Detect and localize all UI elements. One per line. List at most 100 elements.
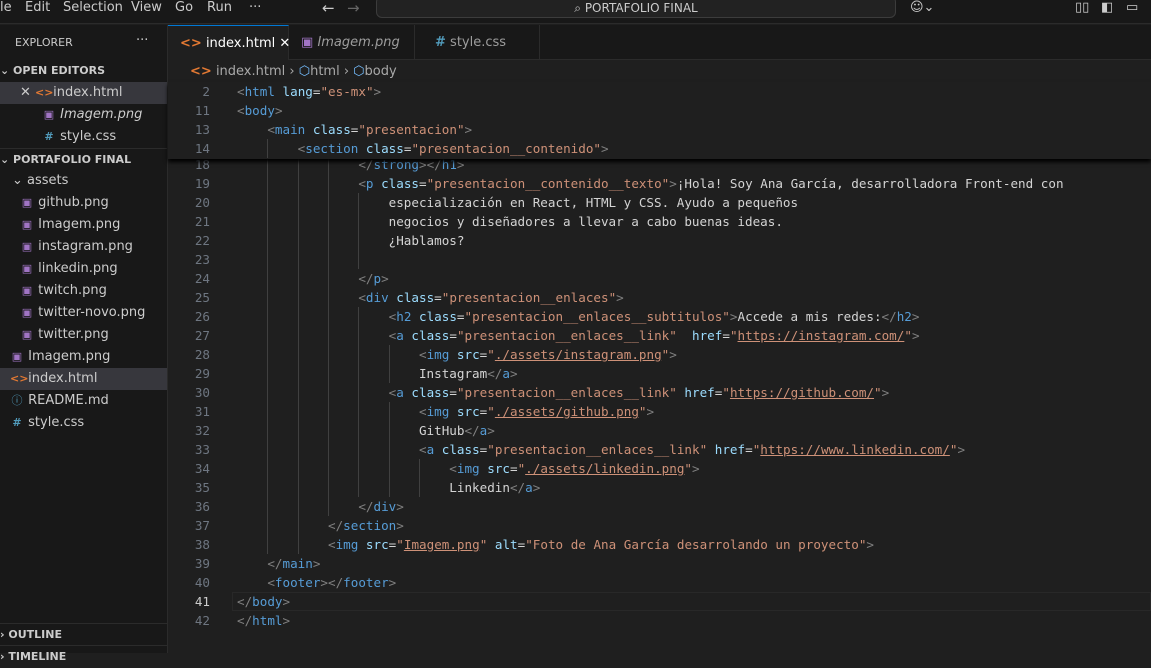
code-line[interactable]: </section> — [237, 516, 404, 535]
code-token: html — [244, 84, 275, 99]
indent-guide — [297, 440, 328, 459]
code-line[interactable]: Linkedin</a> — [237, 478, 540, 497]
more-actions-button[interactable]: ··· — [136, 30, 156, 52]
code-line[interactable]: </body> — [237, 592, 290, 611]
file-style-css[interactable]: # style.css — [0, 412, 167, 434]
breadcrumb-item[interactable]: body — [365, 64, 397, 79]
forward-arrow-icon[interactable]: → — [347, 0, 360, 16]
code-token: lang — [282, 84, 313, 99]
code-token: < — [418, 347, 427, 362]
indent-guide — [267, 402, 297, 421]
code-line[interactable]: <a class="presentacion__enlaces__link" h… — [237, 440, 965, 459]
code-line[interactable]: <div class="presentacion__enlaces"> — [237, 288, 624, 307]
back-arrow-icon[interactable]: ← — [322, 0, 335, 16]
indent-guide — [327, 421, 358, 440]
project-section[interactable]: ⌄ PORTAFOLIO FINAL — [0, 148, 167, 170]
code-line[interactable]: <p class="presentacion__contenido__texto… — [237, 174, 1064, 193]
code-token: = — [509, 461, 518, 476]
code-line[interactable]: </html> — [237, 611, 290, 630]
code-token: </ — [487, 366, 503, 381]
close-icon[interactable]: ✕ — [20, 85, 35, 100]
code-token: </ — [358, 271, 374, 286]
menu-view[interactable]: View — [131, 0, 162, 16]
section-label: TIMELINE — [8, 650, 67, 663]
code-line[interactable]: <main class="presentacion"> — [237, 120, 472, 139]
file-imagem-png[interactable]: ▣ Imagem.png — [0, 346, 167, 368]
tab-index-html[interactable]: <> index.html ✕ — [168, 25, 290, 60]
menu-selection[interactable]: Selection — [63, 0, 123, 16]
file-twitch-png[interactable]: ▣ twitch.png — [0, 280, 167, 302]
menu-edit[interactable]: Edit — [25, 0, 50, 16]
code-line[interactable]: Instagram</a> — [237, 364, 518, 383]
open-editor-imagem-png[interactable]: ▣ Imagem.png — [0, 104, 167, 126]
file-readme-md[interactable]: ⓘ README.md — [0, 390, 167, 412]
file-twitter-png[interactable]: ▣ twitter.png — [0, 324, 167, 346]
line-number: 30 — [194, 385, 210, 400]
layout-icon[interactable]: ▯▯ — [1075, 0, 1089, 16]
open-editor-index-html[interactable]: ✕ <> index.html — [0, 82, 167, 104]
open-editors-section[interactable]: ⌄ OPEN EDITORS — [0, 60, 167, 82]
code-line[interactable]: <a class="presentacion__enlaces__link" h… — [237, 326, 920, 345]
command-center-search[interactable]: ⌕ PORTAFOLIO FINAL — [376, 0, 896, 18]
code-token: h2 — [896, 309, 912, 324]
line-number: 26 — [194, 309, 210, 324]
line-number: 31 — [194, 404, 210, 419]
file-instagram-png[interactable]: ▣ instagram.png — [0, 236, 167, 258]
code-token: "presentacion" — [358, 122, 465, 137]
code-line[interactable]: <a class="presentacion__enlaces__link" h… — [237, 383, 889, 402]
code-token: </ — [509, 480, 526, 495]
breadcrumb-item[interactable]: index.html — [216, 64, 285, 79]
file-label: github.png — [38, 195, 109, 210]
file-imagem-png[interactable]: ▣ Imagem.png — [0, 214, 167, 236]
tab-imagem-png[interactable]: ▣ Imagem.png — [289, 25, 415, 60]
file-linkedin-png[interactable]: ▣ linkedin.png — [0, 258, 167, 280]
code-token: " — [638, 404, 647, 419]
code-line[interactable]: <html lang="es-mx"> — [237, 82, 381, 101]
code-line[interactable]: especialización en React, HTML y CSS. Ay… — [237, 193, 798, 212]
breadcrumb-item[interactable]: html — [310, 64, 340, 79]
code-line[interactable]: ¿Hablamos? — [237, 231, 464, 250]
code-line[interactable]: </p> — [237, 269, 389, 288]
toggle-sidebar-icon[interactable]: ◧ — [1101, 0, 1113, 16]
folder-assets[interactable]: ⌄ assets — [0, 170, 167, 192]
code-line[interactable]: <footer></footer> — [237, 573, 396, 592]
tab-style-css[interactable]: # style.css — [415, 25, 540, 60]
toggle-panel-icon[interactable]: ▭ — [1126, 0, 1138, 16]
code-token: = — [722, 328, 730, 343]
open-editor-style-css[interactable]: # style.css — [0, 126, 167, 148]
indent-guide — [237, 497, 267, 516]
code-token: href — [692, 328, 723, 343]
outline-section[interactable]: › OUTLINE — [0, 623, 167, 645]
code-token: > — [881, 385, 890, 400]
code-line[interactable]: <img src="./assets/linkedin.png"> — [237, 459, 700, 478]
file-github-png[interactable]: ▣ github.png — [0, 192, 167, 214]
code-line[interactable]: negocios y diseñadores a llevar a cabo b… — [237, 212, 783, 231]
menu-run[interactable]: Run — [207, 0, 232, 16]
code-line[interactable]: <section class="presentacion__contenido"… — [237, 139, 609, 158]
menu-go[interactable]: Go — [175, 0, 193, 16]
code-line[interactable]: <h2 class="presentacion__enlaces__subtit… — [237, 307, 919, 326]
code-token: class — [411, 328, 450, 343]
code-token: < — [358, 290, 366, 305]
code-token: especialización en React, HTML y CSS. Ay… — [388, 195, 799, 210]
code-line[interactable]: <img src="Imagem.png" alt="Foto de Ana G… — [237, 535, 874, 554]
timeline-section[interactable]: › TIMELINE — [0, 645, 167, 667]
menu-more[interactable]: ··· — [249, 0, 261, 16]
code-token: > — [911, 309, 920, 324]
indent-guide — [327, 212, 358, 231]
code-token: ./assets/instagram.png — [494, 347, 662, 362]
code-line[interactable]: </div> — [237, 497, 404, 516]
code-line[interactable]: <body> — [237, 101, 283, 120]
copilot-icon[interactable]: ☺⌄ — [910, 0, 934, 16]
code-token: main — [282, 556, 313, 571]
file-index-html[interactable]: <> index.html — [0, 368, 167, 390]
file-twitter-novo-png[interactable]: ▣ twitter-novo.png — [0, 302, 167, 324]
code-line[interactable]: <img src="./assets/instagram.png"> — [237, 345, 677, 364]
code-line[interactable]: GitHub</a> — [237, 421, 495, 440]
code-line[interactable] — [237, 250, 389, 269]
menu-file[interactable]: le — [0, 0, 12, 16]
indent-guide — [358, 364, 388, 383]
code-line[interactable]: <img src="./assets/github.png"> — [237, 402, 654, 421]
image-icon: ▣ — [21, 196, 33, 209]
code-line[interactable]: </main> — [237, 554, 320, 573]
